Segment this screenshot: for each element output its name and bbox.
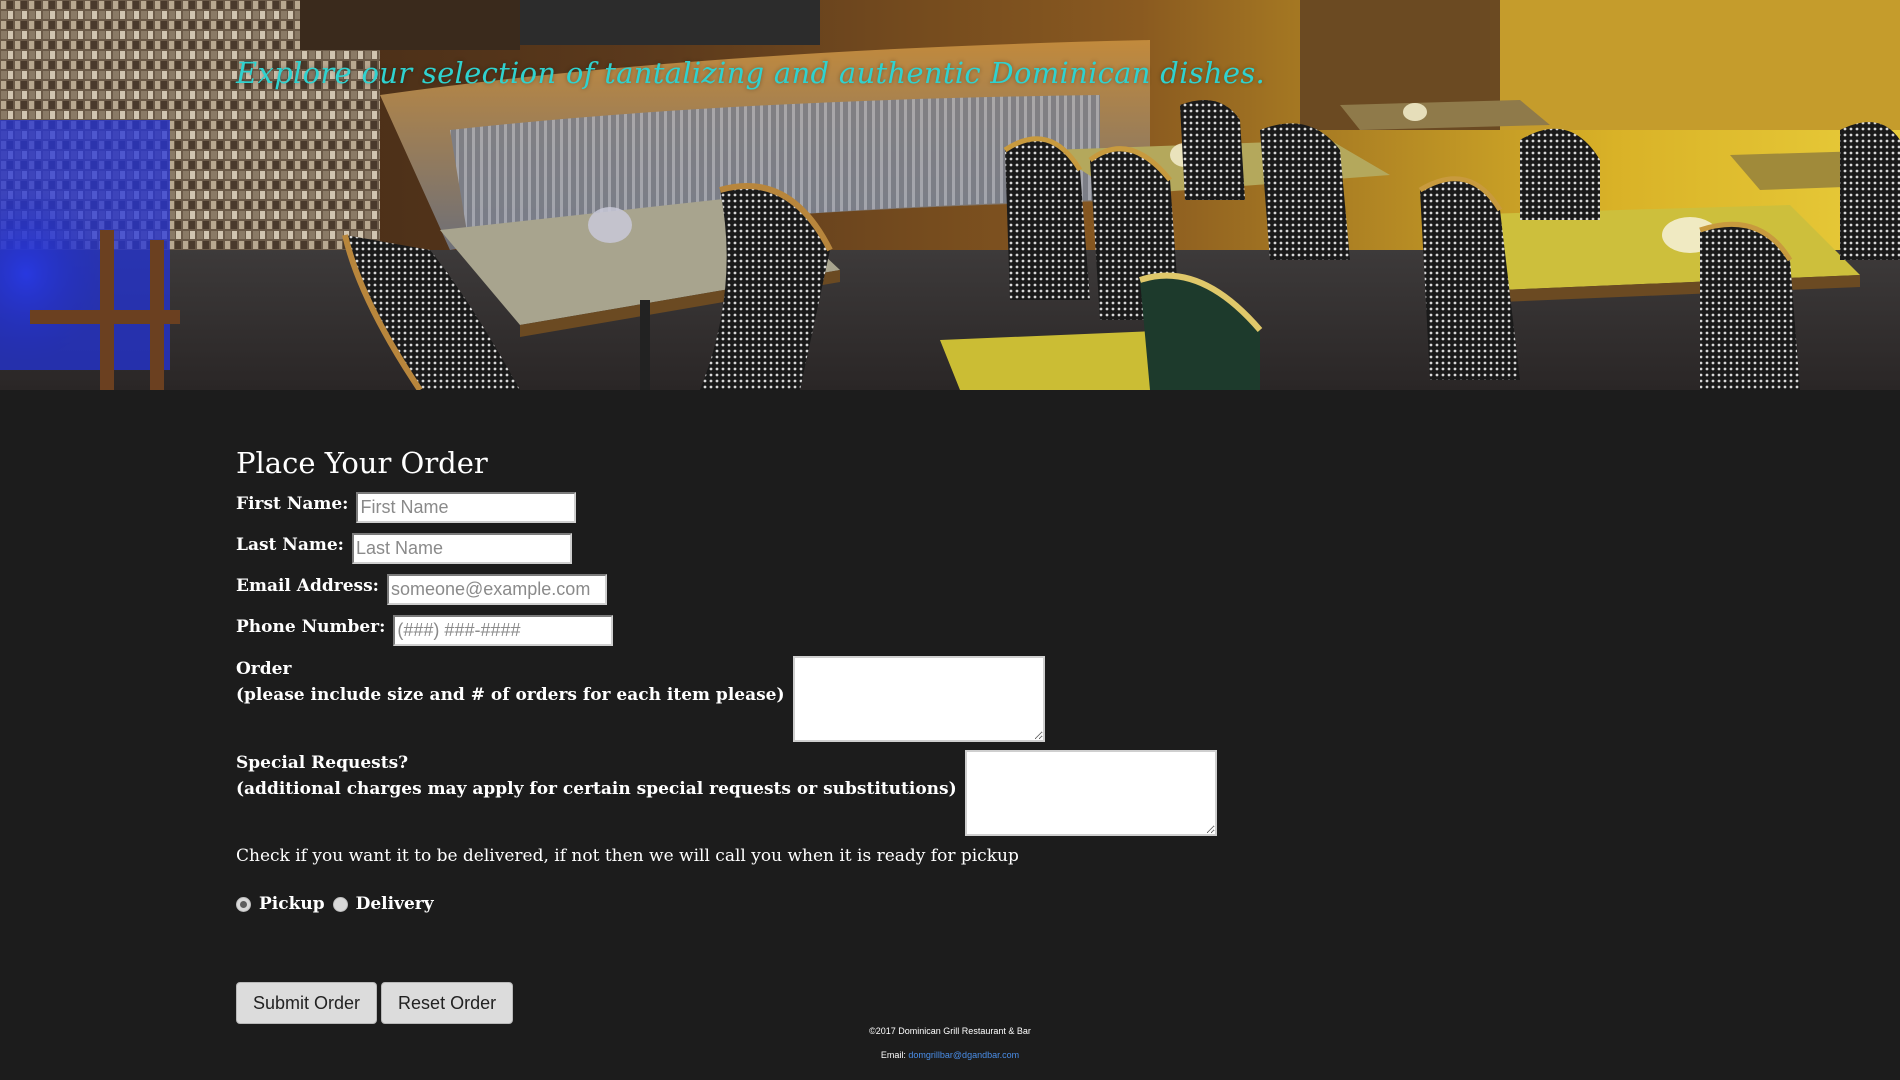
fulfillment-radio-group: Pickup Delivery bbox=[236, 892, 1436, 916]
email-input[interactable] bbox=[386, 574, 607, 605]
first-name-row: First Name: bbox=[236, 492, 1436, 525]
delivery-note: Check if you want it to be delivered, if… bbox=[236, 846, 1019, 866]
delivery-radio-label[interactable]: Delivery bbox=[356, 894, 434, 914]
email-row: Email Address: bbox=[236, 574, 1436, 607]
pickup-radio-label[interactable]: Pickup bbox=[259, 894, 325, 914]
phone-row: Phone Number: bbox=[236, 615, 1436, 648]
pickup-radio[interactable] bbox=[236, 896, 251, 912]
order-row: Order (please include size and # of orde… bbox=[236, 656, 1436, 742]
first-name-input[interactable] bbox=[356, 492, 577, 523]
phone-input[interactable] bbox=[393, 615, 614, 646]
phone-label: Phone Number: bbox=[236, 617, 386, 637]
special-requests-label-title: Special Requests? bbox=[236, 753, 409, 773]
order-form: Place Your Order First Name: Last Name: … bbox=[236, 446, 1436, 1024]
footer-copyright: ©2017 Dominican Grill Restaurant & Bar bbox=[869, 1026, 1031, 1036]
hero-banner: Explore our selection of tantalizing and… bbox=[0, 0, 1900, 390]
reset-order-button[interactable]: Reset Order bbox=[381, 982, 514, 1024]
order-label-title: Order bbox=[236, 659, 292, 679]
footer-email-link[interactable]: domgrillbar@dgandbar.com bbox=[908, 1050, 1019, 1060]
order-label-hint: (please include size and # of orders for… bbox=[236, 685, 785, 705]
hero-tagline: Explore our selection of tantalizing and… bbox=[236, 56, 1266, 90]
footer-email-line: Email: domgrillbar@dgandbar.com bbox=[0, 1050, 1900, 1060]
special-requests-row: Special Requests? (additional charges ma… bbox=[236, 750, 1436, 836]
last-name-row: Last Name: bbox=[236, 533, 1436, 566]
special-requests-textarea[interactable] bbox=[964, 750, 1217, 836]
delivery-radio[interactable] bbox=[332, 896, 348, 912]
form-buttons: Submit Order Reset Order bbox=[236, 982, 1436, 1024]
special-requests-label-hint: (additional charges may apply for certai… bbox=[236, 779, 957, 799]
footer-email-label: Email: bbox=[880, 1050, 906, 1060]
submit-order-button[interactable]: Submit Order bbox=[236, 982, 378, 1024]
first-name-label: First Name: bbox=[236, 494, 349, 514]
order-label: Order (please include size and # of orde… bbox=[236, 656, 785, 708]
email-label: Email Address: bbox=[236, 576, 379, 596]
last-name-input[interactable] bbox=[351, 533, 572, 564]
footer: ©2017 Dominican Grill Restaurant & Bar E… bbox=[0, 1026, 1900, 1060]
order-form-title: Place Your Order bbox=[236, 446, 488, 480]
order-textarea[interactable] bbox=[792, 656, 1045, 742]
last-name-label: Last Name: bbox=[236, 535, 344, 555]
special-requests-label: Special Requests? (additional charges ma… bbox=[236, 750, 957, 802]
